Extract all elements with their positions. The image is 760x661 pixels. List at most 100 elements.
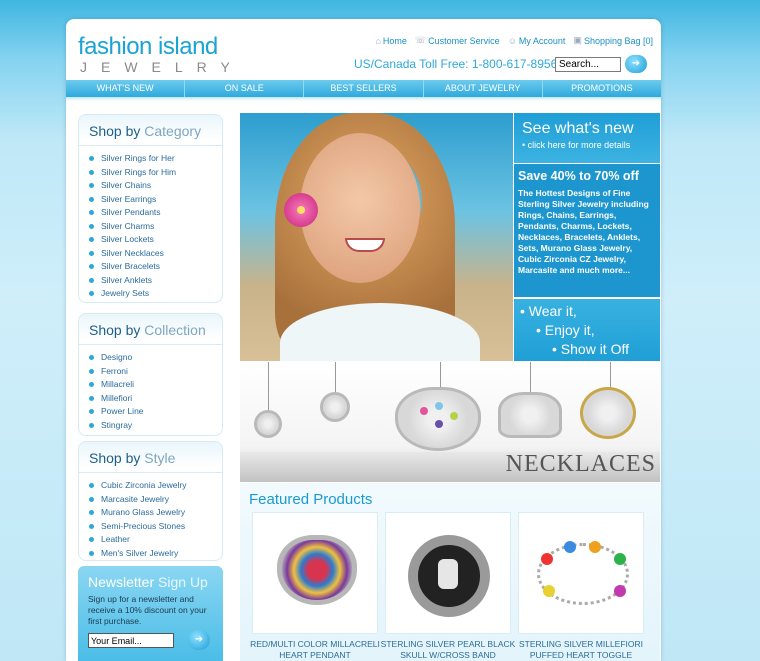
gem-shape: [450, 412, 458, 420]
style-item[interactable]: Cubic Zirconia Jewelry: [89, 479, 222, 493]
nav-whats-new[interactable]: WHAT'S NEW: [66, 80, 186, 97]
featured-products-title: Featured Products: [249, 491, 373, 508]
logo-text: fashion island: [78, 33, 218, 60]
main-nav: WHAT'S NEW ON SALE BEST SELLERS ABOUT JE…: [66, 80, 661, 97]
category-item[interactable]: Silver Lockets: [89, 233, 222, 247]
nav-about-jewelry[interactable]: ABOUT JEWELRY: [424, 80, 543, 97]
newsletter-title-suffix: Sign Up: [158, 574, 208, 590]
hero-banner-image[interactable]: [240, 113, 513, 361]
newsletter-title: Newsletter Sign Up: [88, 574, 213, 590]
home-icon: ⌂: [375, 35, 381, 46]
double-heart-pendant-shape: [580, 387, 636, 439]
gem-shape: [435, 402, 443, 410]
shop-by-collection-title: Shop by Collection: [79, 314, 222, 338]
newsletter-description: Sign up for a newsletter and receive a 1…: [88, 594, 207, 626]
nav-best-sellers[interactable]: BEST SELLERS: [304, 80, 424, 97]
shop-by-category-title: Shop by Category: [79, 115, 222, 139]
title-suffix: Collection: [144, 322, 206, 338]
sale-description: The Hottest Designs of Fine Sterling Sil…: [518, 188, 649, 275]
crown-pendant-shape: [498, 392, 562, 438]
style-item[interactable]: Leather: [89, 533, 222, 547]
gem-shape: [589, 541, 601, 553]
title-prefix: Shop by: [89, 322, 141, 338]
home-link-label: Home: [382, 35, 407, 46]
slogan-line: • Enjoy it,: [536, 322, 595, 338]
search-input[interactable]: [555, 57, 621, 72]
gem-shape: [614, 553, 626, 565]
nav-promotions[interactable]: PROMOTIONS: [543, 80, 661, 97]
category-item[interactable]: Silver Rings for Him: [89, 166, 222, 180]
category-item[interactable]: Silver Earrings: [89, 193, 222, 207]
nav-divider: [66, 97, 661, 101]
shop-by-style-box: Shop by Style Cubic Zirconia Jewelry Mar…: [78, 441, 223, 561]
flower-icon: [284, 193, 318, 227]
newsletter-email-input[interactable]: [88, 633, 174, 648]
category-item[interactable]: Silver Anklets: [89, 274, 222, 288]
arrow-right-icon: ➜: [194, 634, 204, 645]
title-prefix: Shop by: [89, 123, 141, 139]
newsletter-submit-button[interactable]: ➜: [188, 630, 210, 650]
collection-item[interactable]: Millefiori: [89, 392, 222, 406]
shop-by-style-title: Shop by Style: [79, 442, 222, 466]
shop-by-category-box: Shop by Category Silver Rings for Her Si…: [78, 114, 223, 303]
product-image[interactable]: [252, 512, 378, 634]
style-item[interactable]: Murano Glass Jewelry: [89, 506, 222, 520]
product-image[interactable]: [518, 512, 644, 634]
home-link[interactable]: ⌂ Home: [375, 35, 406, 46]
category-item[interactable]: Jewelry Sets: [89, 287, 222, 301]
cross-icon: [438, 559, 458, 589]
collection-item[interactable]: Power Line: [89, 405, 222, 419]
arrow-right-icon: ➜: [631, 58, 641, 69]
nav-on-sale[interactable]: ON SALE: [185, 80, 305, 97]
slogan-line: • Show it Off: [552, 341, 630, 357]
category-item[interactable]: Silver Charms: [89, 220, 222, 234]
box-divider: [79, 145, 222, 146]
customer-service-link[interactable]: ☏ Customer Service: [415, 35, 500, 46]
box-divider: [79, 472, 222, 473]
product-image[interactable]: [385, 512, 511, 634]
chain-shape: [530, 362, 531, 392]
site-logo[interactable]: fashion island JEWELRY: [78, 33, 244, 76]
newsletter-title-prefix: Newsletter: [88, 574, 155, 590]
collection-item[interactable]: Millacreli: [89, 378, 222, 392]
page-container: fashion island JEWELRY ⌂ Home ☏ Customer S…: [66, 19, 661, 661]
collection-item[interactable]: Ferroni: [89, 365, 222, 379]
style-list: Cubic Zirconia Jewelry Marcasite Jewelry…: [79, 479, 222, 560]
category-item[interactable]: Silver Rings for Her: [89, 152, 222, 166]
my-account-link[interactable]: ☺ My Account: [508, 35, 566, 46]
collection-item[interactable]: Stingray: [89, 419, 222, 433]
bag-icon: ▣: [573, 35, 582, 45]
logo-subtext: JEWELRY: [80, 59, 244, 75]
see-whats-new-promo[interactable]: See what's new • click here for more det…: [514, 113, 660, 163]
top-links: ⌂ Home ☏ Customer Service ☺ My Account ▣ Sho…: [375, 35, 653, 46]
product-name[interactable]: STERLING SILVER MILLEFIORI PUFFED HEART …: [513, 639, 649, 661]
sale-promo[interactable]: Save 40% to 70% off The Hottest Designs …: [514, 164, 660, 297]
user-icon: ☺: [507, 35, 517, 46]
collection-list: Designo Ferroni Millacreli Millefiori Po…: [79, 351, 222, 432]
gem-shape: [435, 420, 443, 428]
collection-item[interactable]: Designo: [89, 351, 222, 365]
search-go-button[interactable]: ➜: [625, 55, 647, 73]
category-list: Silver Rings for Her Silver Rings for Hi…: [79, 152, 222, 301]
category-item[interactable]: Silver Necklaces: [89, 247, 222, 261]
shopping-bag-link[interactable]: ▣ Shopping Bag [0]: [573, 35, 653, 46]
style-item[interactable]: Marcasite Jewelry: [89, 493, 222, 507]
category-item[interactable]: Silver Pendants: [89, 206, 222, 220]
gem-shape: [564, 541, 576, 553]
heart-pendant-shape: [395, 387, 481, 451]
product-name[interactable]: RED/MULTI COLOR MILLACRELI HEART PENDANT: [247, 639, 383, 661]
heart-pendant-icon: [277, 535, 357, 605]
category-item[interactable]: Silver Bracelets: [89, 260, 222, 274]
gem-shape: [614, 585, 626, 597]
necklaces-banner-title: NECKLACES: [505, 451, 656, 477]
category-item[interactable]: Silver Chains: [89, 179, 222, 193]
gem-shape: [543, 585, 555, 597]
see-whats-new-heading: See what's new: [522, 120, 634, 137]
product-name[interactable]: STERLING SILVER PEARL BLACK SKULL W/CROS…: [380, 639, 516, 661]
click-here-link[interactable]: • click here for more details: [522, 140, 652, 150]
necklaces-banner[interactable]: NECKLACES: [240, 362, 660, 482]
style-item[interactable]: Men's Silver Jewelry: [89, 547, 222, 561]
shopping-bag-label: Shopping Bag [0]: [583, 35, 653, 46]
box-divider: [79, 344, 222, 345]
style-item[interactable]: Semi-Precious Stones: [89, 520, 222, 534]
